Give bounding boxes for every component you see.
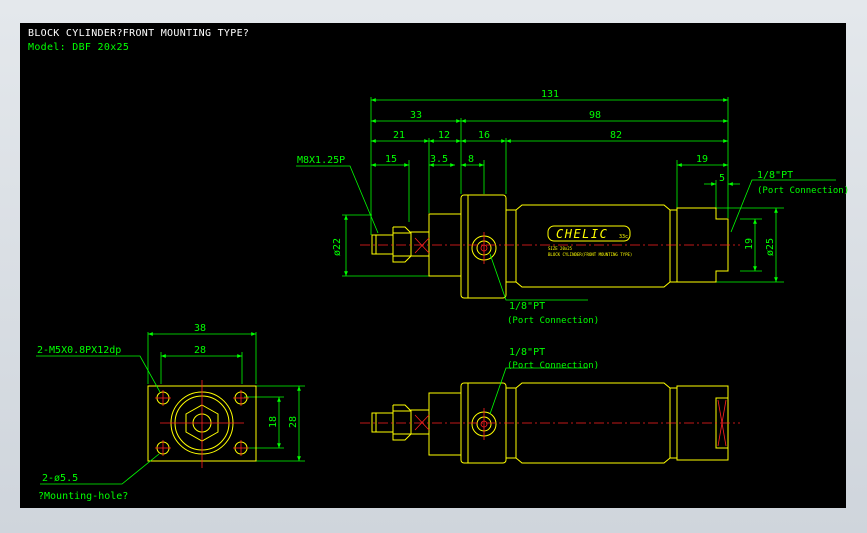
end-view: 38 28 18 28 2-M5X0.8PX12dp 2-ø5.5 ?Mount…: [36, 323, 305, 502]
rear-port-note: (Port Connection): [757, 186, 849, 196]
dim-8: 8: [468, 154, 474, 165]
end-view-centerlines: [155, 380, 249, 468]
thread-label: M8X1.25P: [297, 155, 345, 166]
dim-19: 19: [696, 154, 708, 165]
dim-front: 33: [410, 110, 422, 121]
side-view: 131 33 98 21 12 16 82 15 3.5 8 19 5 ø22 …: [296, 89, 849, 326]
dim-total: 131: [541, 89, 559, 100]
rear-port-label: 1/8"PT: [757, 170, 793, 181]
end-dimension-lines: [148, 332, 301, 461]
body-text-size: SIZE 20x25: [548, 246, 573, 251]
dim-5: 5: [719, 173, 725, 184]
end-leaders: [36, 355, 161, 485]
hidden-lines: [414, 237, 488, 254]
tap-label: 2-M5X0.8PX12dp: [37, 345, 121, 356]
dim-21: 21: [393, 130, 405, 141]
front-port-label: 1/8"PT: [509, 301, 545, 312]
dim-h19: 19: [744, 238, 755, 250]
dim-w38: 38: [194, 323, 206, 334]
dim-dia25: ø25: [765, 238, 776, 256]
dim-dia22: ø22: [332, 238, 343, 256]
brand-logo: CHELIC: [556, 227, 608, 241]
body-text-model: BLOCK CYLINDER(FRONT MOUNTING TYPE): [548, 252, 632, 257]
dim-82: 82: [610, 130, 622, 141]
dim-16: 16: [478, 130, 490, 141]
technical-drawing: 131 33 98 21 12 16 82 15 3.5 8 19 5 ø22 …: [36, 89, 849, 502]
hole-label: 2-ø5.5: [42, 473, 78, 484]
bottom-view: 1/8"PT (Port Connection): [360, 347, 740, 464]
front-port-note: (Port Connection): [507, 316, 599, 326]
hole-note: ?Mounting-hole?: [38, 491, 128, 502]
dim-w28: 28: [194, 345, 206, 356]
brand-suffix: 33c: [619, 234, 628, 240]
bottom-port-note: (Port Connection): [507, 361, 599, 371]
dim-12: 12: [438, 130, 450, 141]
dim-body: 98: [589, 110, 601, 121]
dim-15: 15: [385, 154, 397, 165]
dim-3-5: 3.5: [430, 154, 448, 165]
bottom-port-leader: [489, 367, 588, 415]
dim-h18: 18: [268, 416, 279, 428]
dim-h28: 28: [288, 416, 299, 428]
bottom-port-label: 1/8"PT: [509, 347, 545, 358]
